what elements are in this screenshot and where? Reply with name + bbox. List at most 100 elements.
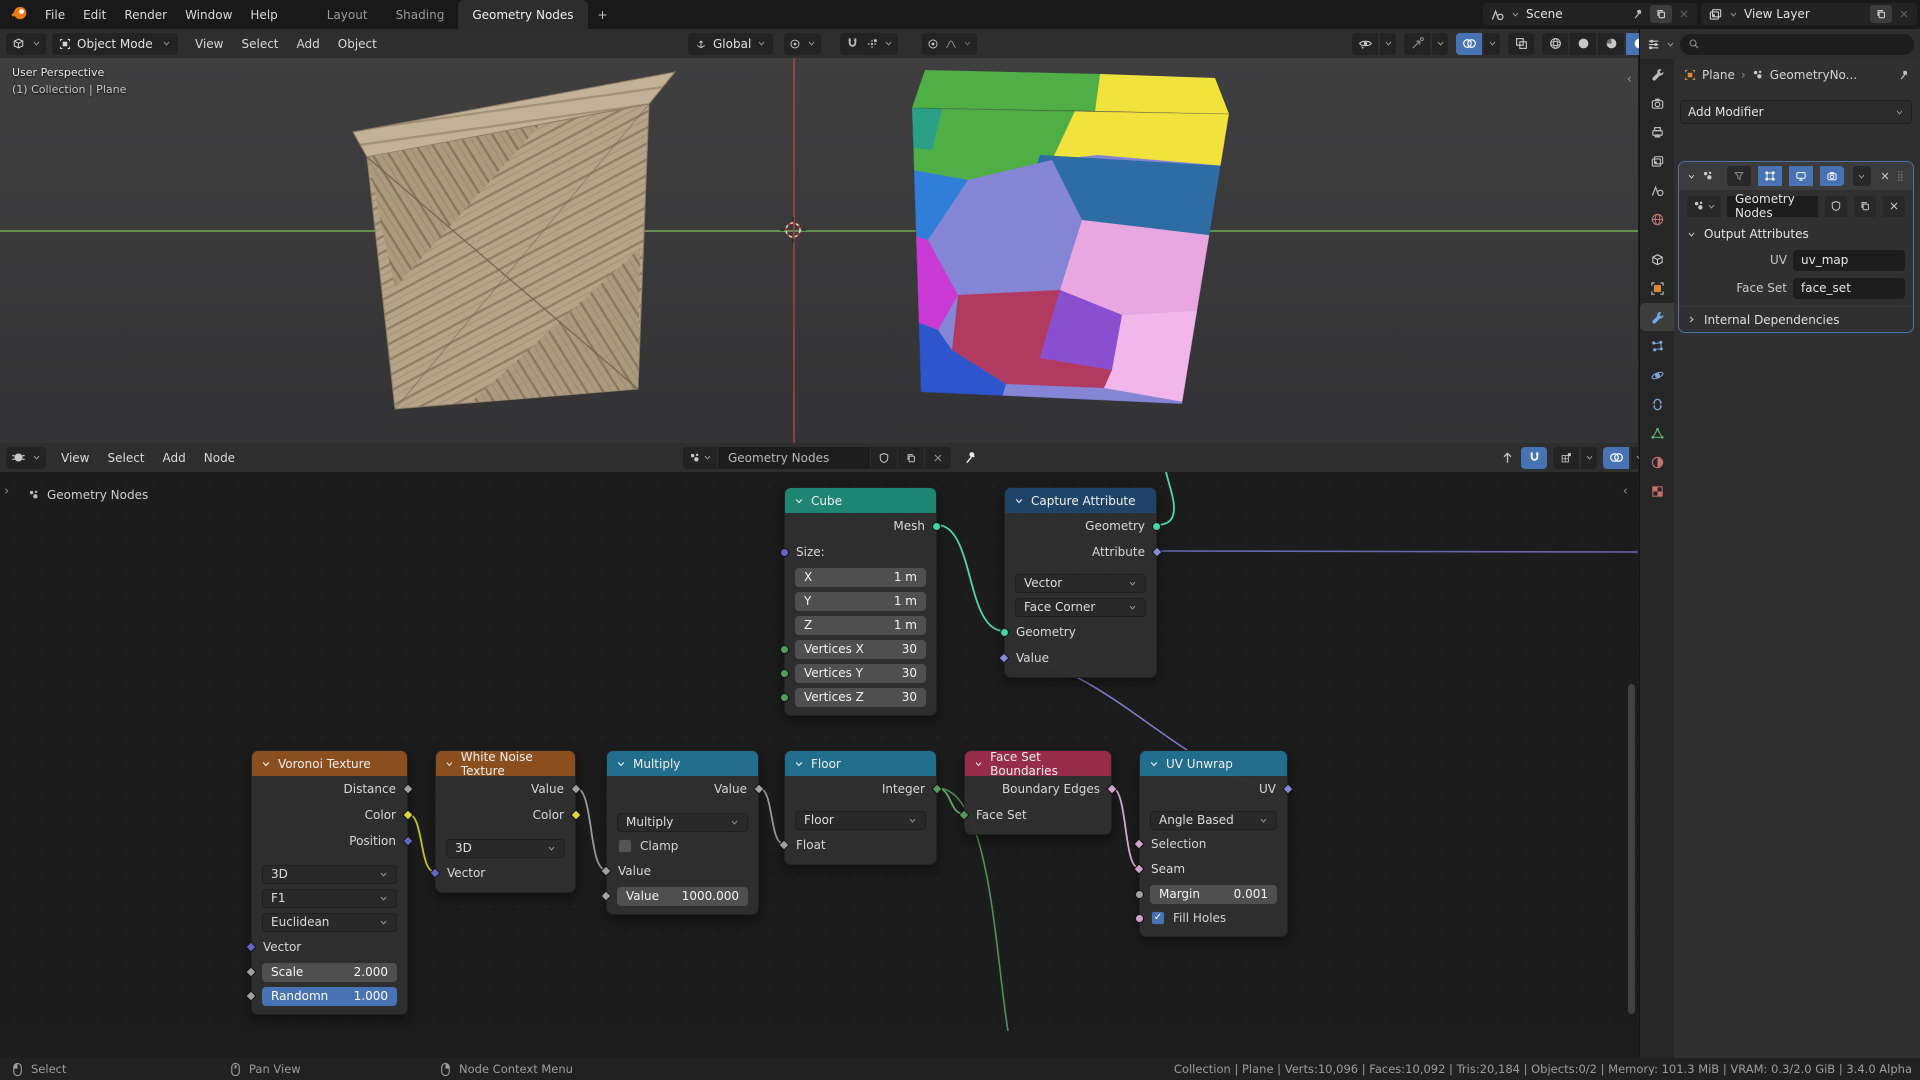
- scene-name[interactable]: Scene: [1526, 7, 1626, 21]
- node-tree-name[interactable]: Geometry Nodes: [718, 446, 870, 469]
- feature-dropdown[interactable]: F1: [262, 888, 397, 908]
- parent-offset-icon[interactable]: [1500, 450, 1515, 465]
- snapping-magnet-button[interactable]: [1521, 446, 1547, 469]
- show-overlays-button[interactable]: [1456, 32, 1482, 55]
- domain-dropdown[interactable]: Face Corner: [1015, 597, 1146, 617]
- node-canvas[interactable]: › ‹ Geometry Nodes Cube Mesh Size: X1 m …: [0, 472, 1638, 1031]
- new-view-layer-button[interactable]: [1870, 5, 1892, 23]
- size-x-field[interactable]: X1 m: [795, 567, 926, 587]
- collapse-icon[interactable]: [974, 759, 983, 769]
- drag-handle-icon[interactable]: ⣿: [1897, 171, 1905, 182]
- socket-vector-input[interactable]: [245, 941, 257, 953]
- collapse-icon[interactable]: [261, 759, 271, 769]
- socket-size-input[interactable]: [780, 547, 789, 557]
- collapse-icon[interactable]: [1149, 759, 1159, 769]
- viewport-menu-view[interactable]: View: [186, 37, 232, 51]
- extras-dropdown[interactable]: [1852, 166, 1871, 186]
- viewport-canvas[interactable]: User Perspective (1) Collection | Plane …: [0, 58, 1638, 443]
- socket-vertices-y-input[interactable]: [780, 668, 789, 678]
- vertices-y-field[interactable]: Vertices Y 30: [795, 663, 926, 683]
- close-icon[interactable]: [1678, 8, 1690, 20]
- socket-integer-output[interactable]: [931, 783, 943, 795]
- socket-value-input[interactable]: [998, 652, 1010, 664]
- expand-icon[interactable]: [1687, 172, 1696, 181]
- operation-dropdown[interactable]: Multiply: [617, 812, 748, 832]
- tab-texture[interactable]: [1640, 477, 1674, 505]
- sidebar-toggle-icon[interactable]: ‹: [1623, 484, 1628, 499]
- size-z-field[interactable]: Z1 m: [795, 615, 926, 635]
- node-header[interactable]: Capture Attribute: [1005, 488, 1156, 513]
- node-menu-add[interactable]: Add: [154, 451, 195, 465]
- chevron-down-icon[interactable]: [1432, 32, 1448, 55]
- node-header[interactable]: Voronoi Texture: [252, 751, 407, 776]
- shading-material-button[interactable]: [1598, 32, 1624, 55]
- socket-value-output[interactable]: [753, 783, 765, 795]
- node-group-browse-button[interactable]: [1687, 195, 1721, 217]
- socket-attribute-output[interactable]: [1151, 546, 1163, 558]
- on-cage-toggle[interactable]: [1757, 166, 1782, 186]
- toolbar-toggle-icon[interactable]: ›: [4, 484, 9, 499]
- socket-geometry-output[interactable]: [1152, 521, 1161, 531]
- xray-toggle-button[interactable]: [1508, 32, 1534, 55]
- socket-distance-output[interactable]: [402, 783, 414, 795]
- randomness-field[interactable]: Randomn 1.000: [262, 986, 397, 1006]
- object-visibility-button[interactable]: [1352, 32, 1378, 55]
- node-white-noise-texture[interactable]: White Noise Texture Value Color 3D Vecto…: [429, 750, 582, 893]
- fill-holes-checkbox[interactable]: ✓: [1151, 911, 1165, 925]
- menu-window[interactable]: Window: [176, 8, 241, 22]
- method-dropdown[interactable]: Angle Based: [1150, 810, 1277, 830]
- node-voronoi-texture[interactable]: Voronoi Texture Distance Color Position …: [245, 750, 414, 1015]
- socket-selection-input[interactable]: [1133, 837, 1145, 850]
- socket-color-output[interactable]: [570, 809, 582, 821]
- tab-particles[interactable]: [1640, 332, 1674, 360]
- snapping-controls[interactable]: [840, 32, 898, 55]
- workspace-tab-shading[interactable]: Shading: [382, 0, 459, 29]
- tab-render[interactable]: [1640, 89, 1674, 117]
- node-menu-view[interactable]: View: [52, 451, 98, 465]
- operation-dropdown[interactable]: Floor: [795, 810, 926, 830]
- close-icon[interactable]: [1879, 170, 1891, 182]
- socket-mesh-output[interactable]: [932, 521, 941, 531]
- overlays-button[interactable]: [1603, 446, 1629, 469]
- fake-user-button[interactable]: [1825, 195, 1847, 217]
- face-set-attribute-field[interactable]: face_set: [1793, 277, 1905, 299]
- socket-float-input[interactable]: [778, 839, 790, 851]
- scene-selector[interactable]: Scene: [1483, 3, 1697, 25]
- duplicate-button[interactable]: [1854, 195, 1876, 217]
- node-header[interactable]: White Noise Texture: [436, 750, 575, 778]
- node-header[interactable]: Multiply: [607, 751, 758, 776]
- socket-boundary-edges-output[interactable]: [1106, 783, 1118, 795]
- internal-dependencies-section[interactable]: Internal Dependencies: [1679, 306, 1913, 332]
- dimensions-dropdown[interactable]: 3D: [262, 864, 397, 884]
- socket-seam-input[interactable]: [1133, 863, 1145, 875]
- pin-icon[interactable]: [1632, 8, 1644, 20]
- node-multiply[interactable]: Multiply Value Multiply Clamp Value Valu…: [600, 750, 765, 915]
- menu-help[interactable]: Help: [241, 8, 286, 22]
- socket-position-output[interactable]: [402, 835, 414, 847]
- tab-output[interactable]: [1640, 118, 1674, 146]
- snap-mode-button[interactable]: [1553, 446, 1579, 469]
- add-modifier-dropdown[interactable]: Add Modifier: [1680, 100, 1912, 124]
- sidebar-toggle-icon[interactable]: ‹: [1627, 72, 1632, 87]
- fake-user-button[interactable]: [871, 446, 897, 469]
- pin-icon[interactable]: [963, 450, 978, 465]
- scale-field[interactable]: Scale 2.000: [262, 962, 397, 982]
- socket-margin-input[interactable]: [1135, 889, 1144, 899]
- socket-vertices-z-input[interactable]: [780, 692, 789, 702]
- viewport-menu-select[interactable]: Select: [232, 37, 287, 51]
- clamp-checkbox[interactable]: [618, 839, 632, 853]
- socket-geometry-input[interactable]: [1000, 627, 1009, 637]
- tab-constraints[interactable]: [1640, 390, 1674, 418]
- chevron-down-icon[interactable]: [1380, 32, 1396, 55]
- proportional-editing-icon[interactable]: [927, 38, 939, 50]
- vertices-z-field[interactable]: Vertices Z 30: [795, 687, 926, 707]
- output-attributes-section[interactable]: Output Attributes: [1679, 222, 1913, 246]
- chevron-down-icon[interactable]: [1581, 446, 1597, 469]
- workspace-tab-geometry-nodes[interactable]: Geometry Nodes: [458, 0, 588, 29]
- node-header[interactable]: Face Set Boundaries: [965, 750, 1111, 778]
- unlink-button[interactable]: [1883, 195, 1905, 217]
- node-capture-attribute[interactable]: Capture Attribute Geometry Attribute Vec…: [998, 487, 1163, 678]
- realtime-toggle[interactable]: [1788, 166, 1813, 186]
- tab-modifiers[interactable]: [1640, 303, 1674, 331]
- dimensions-dropdown[interactable]: 3D: [446, 838, 565, 858]
